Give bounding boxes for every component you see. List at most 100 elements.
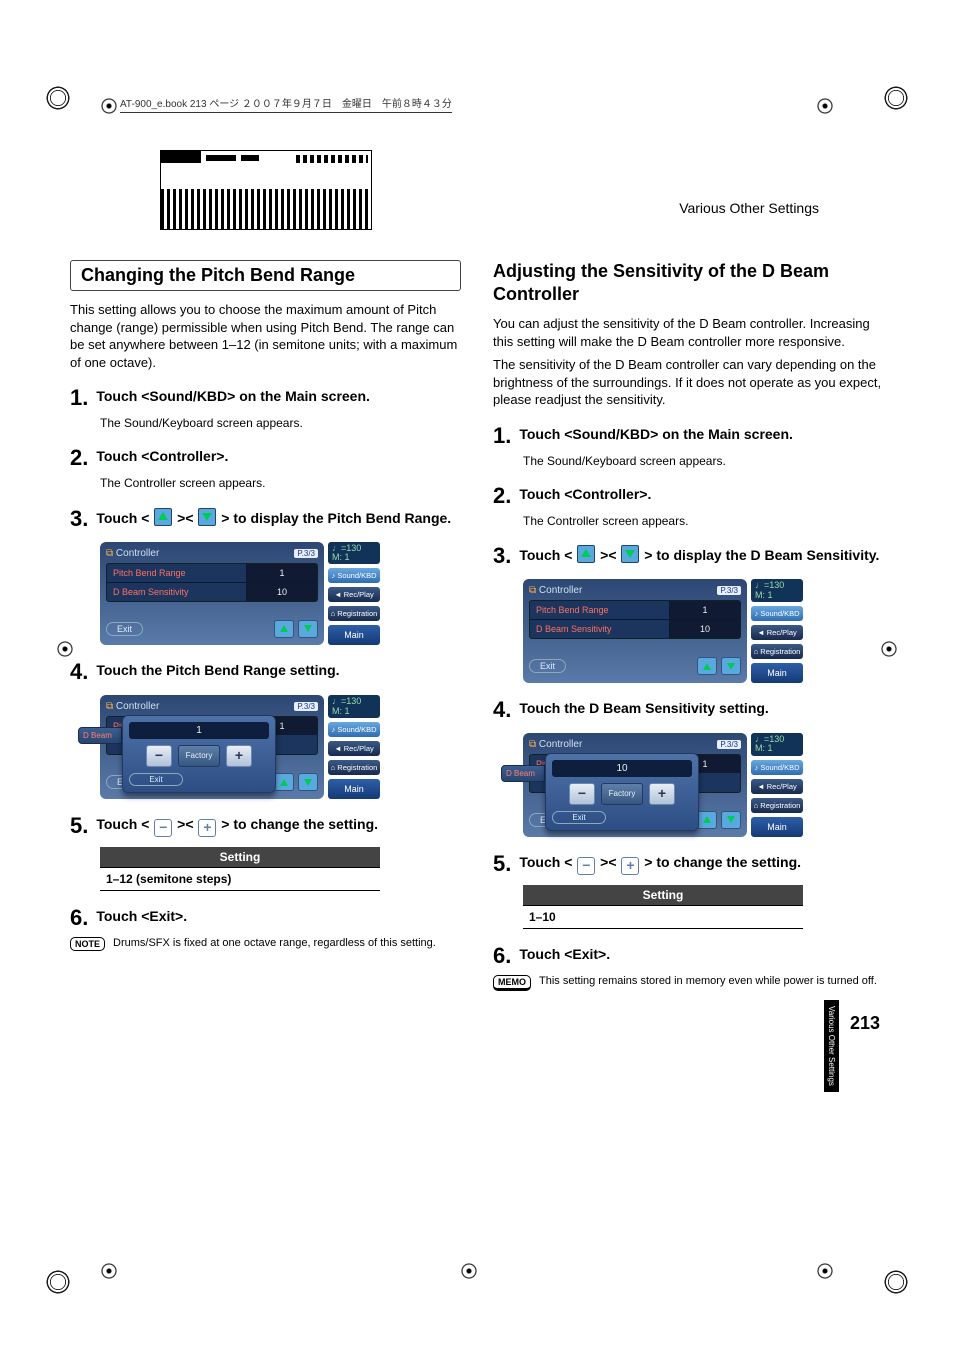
sound-kbd-button: ♪ Sound/KBD: [751, 606, 803, 621]
down-button: [721, 811, 741, 829]
step-frag: > to display the D Beam Sensitivity.: [640, 547, 879, 563]
controller-edit-screen-image: ⧉ Controller P.3/3 Pitch Bend Range1 .. …: [523, 733, 803, 837]
step-number: 1.: [493, 425, 511, 447]
sound-kbd-button: ♪ Sound/KBD: [751, 760, 803, 775]
step-text: Touch the Pitch Bend Range setting.: [96, 661, 339, 679]
registration-mark: [460, 1262, 478, 1280]
step-text: Touch < >< > to display the D Beam Sensi…: [519, 545, 879, 564]
registration-mark: [56, 640, 74, 658]
setting-value: 10: [670, 619, 740, 638]
tempo-indicator: ♩=130M: 1: [328, 695, 380, 718]
popup-exit-button: Exit: [552, 811, 606, 824]
up-button: [697, 657, 717, 675]
setting-label: Pitch Bend Range: [530, 601, 670, 619]
step-frag: ><: [596, 547, 620, 563]
step-number: 2.: [493, 485, 511, 507]
up-arrow-icon: [577, 545, 595, 563]
controller-screen-image: ⧉ Controller P.3/3 Pitch Bend Range1 D B…: [100, 542, 380, 646]
step-text: Touch <Exit>.: [519, 945, 610, 963]
main-button: Main: [751, 817, 803, 837]
plus-icon: +: [198, 819, 216, 837]
step-text: Touch <Exit>.: [96, 907, 187, 925]
setting-table-cell: 1–12 (semitone steps): [100, 868, 380, 891]
section-title-pitch-bend: Changing the Pitch Bend Range: [70, 260, 461, 291]
crop-mark: [876, 1262, 916, 1302]
memo-tag: MEMO: [493, 975, 531, 991]
popup-value: 10: [552, 760, 692, 777]
chapter-heading: Various Other Settings: [679, 200, 819, 216]
setting-value: 1: [247, 564, 317, 582]
step-number: 3.: [70, 508, 88, 530]
main-button: Main: [328, 625, 380, 645]
tempo-indicator: ♩=130M: 1: [328, 542, 380, 565]
step-frag: Touch <: [519, 854, 576, 870]
crop-mark: [38, 1262, 78, 1302]
step-frag: ><: [596, 854, 620, 870]
up-button: [697, 811, 717, 829]
setting-value: 10: [247, 582, 317, 601]
registration-mark: [880, 640, 898, 658]
setting-table-header: Setting: [523, 885, 803, 906]
crop-mark: [876, 78, 916, 118]
memo-text: This setting remains stored in memory ev…: [539, 975, 877, 987]
minus-button: −: [146, 745, 172, 767]
note-text: Drums/SFX is fixed at one octave range, …: [113, 937, 436, 949]
step-subtext: The Sound/Keyboard screen appears.: [100, 415, 461, 431]
setting-table-header: Setting: [100, 847, 380, 868]
intro-text: This setting allows you to choose the ma…: [70, 301, 461, 371]
page-indicator: P.3/3: [294, 702, 318, 711]
d-beam-side-tab: D Beam: [78, 727, 122, 744]
plus-button: +: [649, 783, 675, 805]
registration-mark: [100, 97, 118, 115]
popup-value: 1: [129, 722, 269, 739]
setting-table-cell: 1–10: [523, 905, 803, 928]
step-subtext: The Controller screen appears.: [523, 513, 884, 529]
step-frag: ><: [173, 816, 197, 832]
crop-mark: [38, 78, 78, 118]
registration-mark: [100, 1262, 118, 1280]
step-number: 6.: [70, 907, 88, 929]
side-chapter-tab: Various Other Settings: [824, 1000, 839, 1092]
section-title-d-beam: Adjusting the Sensitivity of the D Beam …: [493, 260, 884, 305]
setting-label: D Beam Sensitivity: [107, 582, 247, 601]
factory-button: Factory: [601, 783, 643, 805]
step-text: Touch < >< > to display the Pitch Bend R…: [96, 508, 451, 527]
registration-button: ⌂ Registration: [751, 798, 803, 813]
step-frag: Touch <: [96, 816, 153, 832]
registration-button: ⌂ Registration: [328, 606, 380, 621]
step-number: 3.: [493, 545, 511, 567]
step-frag: > to change the setting.: [217, 816, 378, 832]
step-text: Touch < − >< + > to change the setting.: [519, 853, 801, 875]
minus-button: −: [569, 783, 595, 805]
intro-text: The sensitivity of the D Beam controller…: [493, 356, 884, 409]
step-text: Touch < − >< + > to change the setting.: [96, 815, 378, 837]
page-indicator: P.3/3: [717, 586, 741, 595]
step-number: 5.: [70, 815, 88, 837]
step-number: 4.: [70, 661, 88, 683]
intro-text: You can adjust the sensitivity of the D …: [493, 315, 884, 350]
up-button: [274, 773, 294, 791]
value-popup: 10 − Factory + Exit: [545, 753, 699, 831]
tempo-indicator: ♩=130M: 1: [751, 579, 803, 602]
book-header-line: AT-900_e.book 213 ページ ２００７年９月７日 金曜日 午前８時…: [120, 95, 452, 113]
step-number: 5.: [493, 853, 511, 875]
down-button: [298, 773, 318, 791]
down-button: [298, 620, 318, 638]
setting-table: Setting 1–12 (semitone steps): [100, 847, 380, 891]
step-number: 2.: [70, 447, 88, 469]
step-frag: > to change the setting.: [640, 854, 801, 870]
step-frag: Touch <: [96, 510, 153, 526]
step-subtext: The Sound/Keyboard screen appears.: [523, 453, 884, 469]
setting-table: Setting 1–10: [523, 885, 803, 929]
plus-button: +: [226, 745, 252, 767]
step-text: Touch <Controller>.: [519, 485, 651, 503]
rec-play-button: ◄ Rec/Play: [751, 625, 803, 640]
screen-title: ⧉ Controller: [529, 739, 582, 750]
rec-play-button: ◄ Rec/Play: [751, 779, 803, 794]
registration-button: ⌂ Registration: [751, 644, 803, 659]
popup-exit-button: Exit: [129, 773, 183, 786]
note-tag: NOTE: [70, 937, 105, 951]
screen-title: ⧉ Controller: [529, 585, 582, 596]
sound-kbd-button: ♪ Sound/KBD: [328, 568, 380, 583]
tempo-indicator: ♩=130M: 1: [751, 733, 803, 756]
